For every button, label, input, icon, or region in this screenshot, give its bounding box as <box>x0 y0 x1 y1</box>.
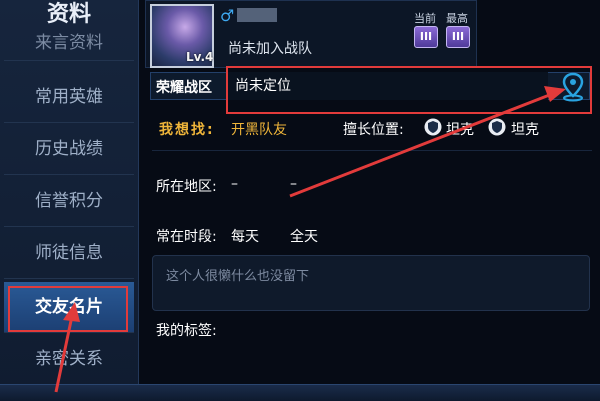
divider <box>152 150 592 151</box>
shield-icon <box>488 118 506 136</box>
bottom-bar <box>0 384 600 401</box>
looking-for-value[interactable]: 开黑队友 <box>231 119 287 139</box>
rank-current-label: 当前 <box>414 12 436 25</box>
time-value-1: 每天 <box>231 229 259 245</box>
sidebar-item-intimacy[interactable]: 亲密关系 <box>4 334 134 385</box>
player-name-redacted <box>237 8 277 22</box>
sidebar-item-mentor[interactable]: 师徒信息 <box>4 228 134 279</box>
sidebar-item-heroes[interactable]: 常用英雄 <box>4 72 134 123</box>
location-value-2: – <box>290 176 297 192</box>
rank-highest-badge: III <box>446 26 470 48</box>
sidebar-item-partial[interactable]: 来言资料 <box>4 26 134 61</box>
time-label: 常在时段: <box>156 229 217 245</box>
rank-current-badge: III <box>414 26 438 48</box>
bio-placeholder: 这个人很懒什么也没留下 <box>166 269 310 284</box>
sidebar-item-friend-card[interactable]: 交友名片 <box>4 282 134 333</box>
looking-for-label: 我想找: <box>159 122 215 138</box>
shield-icon <box>424 118 442 136</box>
position-label: 擅长位置: <box>343 122 404 138</box>
team-status: 尚未加入战队 <box>228 41 312 57</box>
location-value-1: – <box>231 176 238 192</box>
rank-highest-label: 最高 <box>446 12 468 25</box>
position-value-1: 坦克 <box>446 122 474 138</box>
sidebar-item-history[interactable]: 历史战绩 <box>4 124 134 175</box>
zone-label: 荣耀战区 <box>156 80 212 96</box>
time-value-2: 全天 <box>290 229 318 245</box>
zone-input[interactable]: 尚未定位 <box>226 72 548 100</box>
sidebar: 资料 来言资料 常用英雄 历史战绩 信誉积分 师徒信息 交友名片 亲密关系 <box>0 0 139 400</box>
tags-label: 我的标签: <box>156 323 217 339</box>
position-value-2: 坦克 <box>511 122 539 138</box>
sidebar-item-credit[interactable]: 信誉积分 <box>4 176 134 227</box>
male-gender-icon: ♂ <box>220 6 235 25</box>
location-label: 所在地区: <box>156 179 217 195</box>
level-badge: Lv.4 <box>186 50 214 64</box>
location-pin-icon[interactable] <box>558 70 588 104</box>
